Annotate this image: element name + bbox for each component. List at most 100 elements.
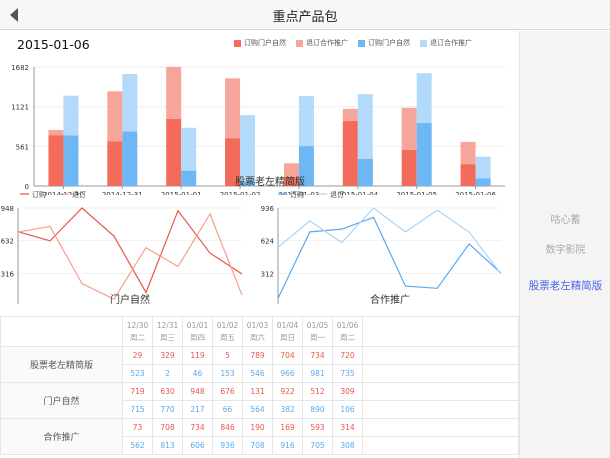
column-date: 01/05 [306,320,329,330]
y-tick-label: 0 [270,303,274,304]
legend-swatch [234,39,241,47]
table-cell: 789 [242,346,273,365]
table-cell: 916 [272,436,303,455]
table-cell: 5 [212,346,243,365]
row-label: 门户自然 [0,382,123,419]
column-weekday: 周二 [130,332,145,342]
table-header-row: 12/30 周二 12/31 周三 01/01 周四 01/02 周五 01/03 周六 01/04… [0,316,519,347]
table-cell: 936 [212,436,243,455]
table-cell: 735 [332,364,363,383]
y-tick-label: 632 [1,238,14,246]
legend-item[interactable]: 订购门户自然 [358,38,410,48]
table-cell: 2 [152,364,183,383]
series-line [17,212,243,300]
bar-segment [63,95,79,136]
bar-segment [416,123,432,186]
sidebar-item[interactable]: 股票老左精简版 [520,278,610,293]
column-header: 01/03 周六 [242,316,273,347]
table-cell: 546 [242,364,273,383]
bar-segment [240,115,256,182]
table-cell: 119 [182,346,213,365]
legend-item[interactable]: 订购门户自然 [234,38,286,48]
table-cell: 981 [302,364,333,383]
table-filler [362,418,519,437]
table-cell: 512 [302,382,333,401]
sidebar: 咕心蓄数字影院股票老左精简版 [519,31,610,458]
sidebar-item[interactable]: 咕心蓄 [520,211,610,226]
bar-segment [475,156,491,179]
bar-segment [166,118,182,186]
y-tick-label: 1121 [11,104,29,112]
column-date: 12/31 [156,320,179,330]
table-cell: 948 [182,382,213,401]
column-date: 01/02 [216,320,239,330]
bar-segment [181,127,197,171]
bar-segment [416,73,432,124]
table-cell: 715 [122,400,153,419]
legend-item[interactable]: 退订合作推广 [420,38,472,48]
table-cell: 190 [242,418,273,437]
column-weekday: 周一 [310,332,325,342]
column-weekday: 周三 [160,332,175,342]
legend-label: 订购门户自然 [244,39,286,47]
table-cell: 734 [182,418,213,437]
column-weekday: 周四 [190,332,205,342]
sidebar-item[interactable]: 数字影院 [520,241,610,256]
table-cell: 676 [212,382,243,401]
bar-segment [107,141,123,186]
table-filler [362,400,519,419]
table-corner [0,316,123,347]
back-arrow-icon[interactable] [4,4,26,26]
bar-segment [122,74,138,132]
column-header: 01/04 周日 [272,316,303,347]
table-cell: 562 [122,436,153,455]
table-filler [362,382,519,401]
bar-segment [460,141,476,165]
y-tick-label: 948 [1,205,14,213]
bar-segment [48,135,64,186]
column-weekday: 周日 [280,332,295,342]
bar-segment [225,78,241,139]
table-cell: 106 [332,400,363,419]
y-tick-label: 0 [10,303,14,304]
table-filler [362,346,519,365]
table-cell: 66 [212,400,243,419]
series-line [277,216,502,299]
legend-swatch [296,39,303,47]
table-cell: 593 [302,418,333,437]
table-cell: 966 [272,364,303,383]
row-label: 合作推广 [0,418,123,455]
table-cell: 813 [152,436,183,455]
bar-segment [357,94,373,159]
legend-label: 退订 [330,190,344,199]
table-cell: 922 [272,382,303,401]
column-header: 01/06 周二 [332,316,363,347]
column-weekday: 周五 [220,332,235,342]
table-cell: 564 [242,400,273,419]
table-cell: 734 [302,346,333,365]
table-cell: 329 [152,346,183,365]
series-line [17,207,243,294]
table-cell: 890 [302,400,333,419]
line-chart-coop-caption: 合作推广 [370,295,410,306]
table-cell: 523 [122,364,153,383]
table-cell: 770 [152,400,183,419]
column-header: 01/02 周五 [212,316,243,347]
line-chart-door-caption: 门户自然 [110,295,150,306]
column-date: 01/06 [336,320,359,330]
table-row: 股票老左精简版 29 329 119 5 789 704 734 720 [0,346,519,383]
table-cell: 73 [122,418,153,437]
current-date: 2015-01-06 [17,37,90,52]
bar-segment [107,91,123,142]
bar-segment [401,149,417,186]
legend-label: 退订合作推广 [430,39,472,47]
table-row: 门户自然 719 630 948 676 131 922 512 309 [0,382,519,419]
bar-segment [48,129,64,136]
legend-label: 订购 [290,190,304,199]
column-date: 01/04 [276,320,299,330]
table-cell: 217 [182,400,213,419]
table-cell: 29 [122,346,153,365]
table-cell: 308 [332,436,363,455]
legend-item[interactable]: 退订合作推广 [296,38,348,48]
column-header: 12/30 周二 [122,316,153,347]
